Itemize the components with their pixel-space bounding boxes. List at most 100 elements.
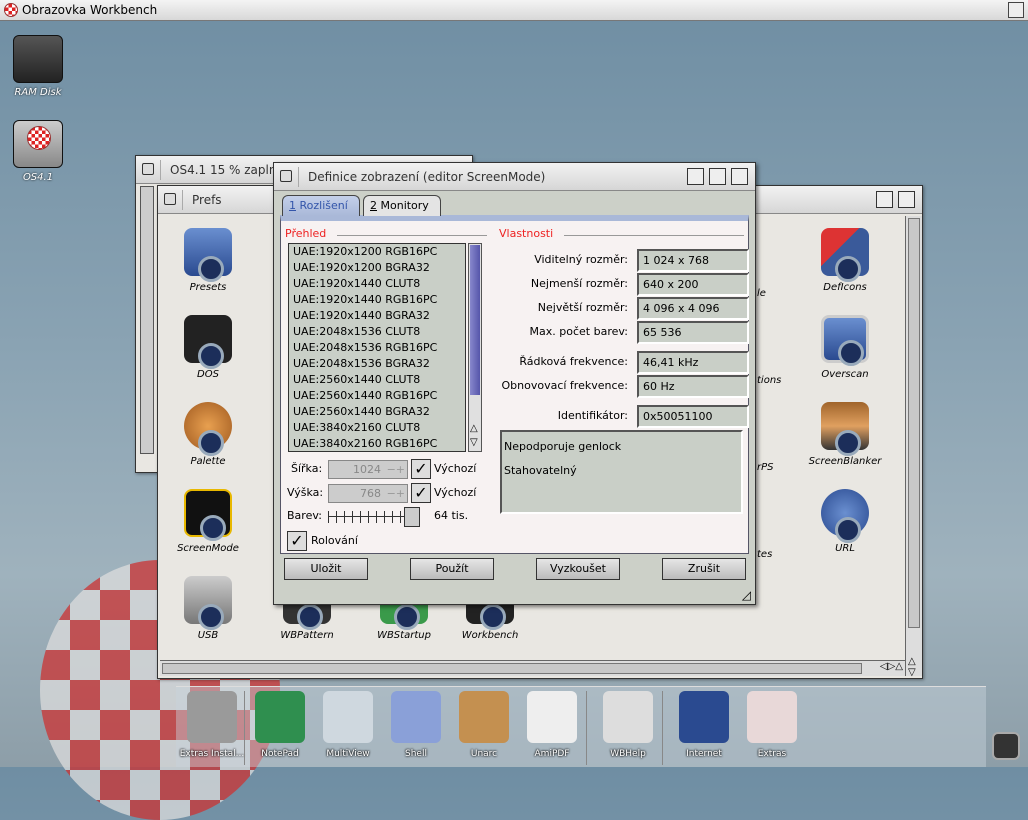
- desktop-icon-os41[interactable]: OS4.1: [3, 120, 73, 183]
- dialog-title-bar[interactable]: Definice zobrazení (editor ScreenMode): [274, 163, 755, 191]
- height-default-label: Výchozí: [434, 486, 477, 499]
- dock-item[interactable]: Extras: [738, 691, 806, 759]
- dock-item[interactable]: Internet: [670, 691, 738, 759]
- dock-app-icon: [323, 691, 373, 743]
- dock-app-icon: [391, 691, 441, 743]
- prefs-vertical-scrollbar[interactable]: △ ▽: [905, 216, 922, 678]
- use-button[interactable]: Použít: [410, 558, 494, 580]
- dock-toggle-icon[interactable]: [992, 732, 1020, 760]
- property-value: 640 x 200: [637, 273, 749, 296]
- pref-icon-presets[interactable]: Presets: [163, 228, 253, 293]
- dock-separator: [662, 691, 663, 765]
- partial-icon-label: le: [757, 288, 766, 299]
- prefs-horizontal-scrollbar[interactable]: ◁▷△: [160, 660, 905, 676]
- property-label: Řádková frekvence:: [519, 355, 628, 368]
- window-title: Prefs: [192, 193, 222, 207]
- screen-mode-item[interactable]: UAE:3840x2160 CLUT8: [289, 420, 465, 436]
- pref-icon-screenmode[interactable]: ScreenMode: [163, 489, 253, 554]
- dock-separator: [586, 691, 587, 765]
- scroll-checkbox[interactable]: ✓: [287, 531, 307, 551]
- property-value: 46,41 kHz: [637, 351, 749, 374]
- height-field[interactable]: 768 −+: [328, 484, 408, 503]
- partial-icon-label: rPS: [757, 462, 774, 473]
- icon-label: ScreenBlanker: [808, 456, 882, 467]
- dock-item[interactable]: MultiView: [314, 691, 382, 759]
- zoom-gadget[interactable]: [876, 191, 893, 208]
- pref-icon-dos[interactable]: DOS: [163, 315, 253, 380]
- pref-icon-deficons[interactable]: DefIcons: [800, 228, 890, 293]
- dock-item[interactable]: Shell: [382, 691, 450, 759]
- scroll-label: Rolování: [311, 534, 358, 547]
- dock-label: Internet: [686, 749, 722, 759]
- colors-slider[interactable]: [328, 507, 420, 527]
- screen-depth-gadget[interactable]: [1008, 2, 1024, 18]
- dock-item[interactable]: WBHelp: [594, 691, 662, 759]
- close-gadget[interactable]: [142, 163, 154, 175]
- slider-knob[interactable]: [404, 507, 420, 527]
- width-default-label: Výchozí: [434, 462, 477, 475]
- screen-title: Obrazovka Workbench: [22, 3, 158, 17]
- property-value: 65 536: [637, 321, 749, 344]
- dock-item[interactable]: Unarc: [450, 691, 518, 759]
- dock-label: MultiView: [326, 749, 370, 759]
- pref-icon-overscan[interactable]: Overscan: [800, 315, 890, 380]
- width-default-checkbox[interactable]: ✓: [411, 459, 431, 479]
- dock-separator: [244, 691, 245, 765]
- icon-label: RAM Disk: [14, 87, 62, 98]
- dock-app-icon: [603, 691, 653, 743]
- amidock: Extras Instal... NotePad MultiView Shell Una…: [176, 686, 986, 767]
- icon-label: WBPattern: [280, 630, 334, 641]
- screenmode-dialog[interactable]: Definice zobrazení (editor ScreenMode) 1…: [273, 162, 756, 605]
- pref-icon-url[interactable]: URL: [800, 489, 890, 554]
- icon-label: DefIcons: [823, 282, 867, 293]
- screen-mode-item[interactable]: UAE:2048x1536 RGB16PC: [289, 340, 465, 356]
- close-gadget[interactable]: [280, 170, 292, 182]
- dock-app-icon: [679, 691, 729, 743]
- depth-gadget[interactable]: [898, 191, 915, 208]
- dock-app-icon: [255, 691, 305, 743]
- dock-label: NotePad: [261, 749, 299, 759]
- amiga-ball-icon: [4, 3, 18, 17]
- property-label: Viditelný rozměr:: [534, 253, 628, 266]
- dock-app-icon: [527, 691, 577, 743]
- property-value: 1 024 x 768: [637, 249, 749, 272]
- dock-app-icon: [459, 691, 509, 743]
- depth-gadget[interactable]: [731, 168, 748, 185]
- os41-scrollbar[interactable]: [140, 186, 154, 454]
- test-button[interactable]: Vyzkoušet: [536, 558, 620, 580]
- property-label: Identifikátor:: [557, 409, 628, 422]
- iconify-gadget[interactable]: [687, 168, 704, 185]
- property-label: Max. počet barev:: [529, 325, 628, 338]
- pref-icon-usb[interactable]: USB: [163, 576, 253, 641]
- note: Stahovatelný: [504, 464, 577, 477]
- screen-mode-item[interactable]: UAE:3840x2160 RGB16PC: [289, 436, 465, 451]
- height-default-checkbox[interactable]: ✓: [411, 483, 431, 503]
- save-button[interactable]: Uložit: [284, 558, 368, 580]
- property-label: Obnovovací frekvence:: [501, 379, 629, 392]
- height-label: Výška:: [287, 486, 324, 499]
- dock-item[interactable]: NotePad: [246, 691, 314, 759]
- cancel-button[interactable]: Zrušit: [662, 558, 746, 580]
- note: Nepodporuje genlock: [504, 440, 622, 453]
- dock-item[interactable]: AmiPDF: [518, 691, 586, 759]
- resize-handle-icon[interactable]: ◿: [742, 588, 751, 602]
- dock-app-icon: [187, 691, 237, 743]
- pref-icon-palette[interactable]: Palette: [163, 402, 253, 467]
- width-field[interactable]: 1024 −+: [328, 460, 408, 479]
- desktop-icon-ram-disk[interactable]: RAM Disk: [3, 35, 73, 98]
- close-gadget[interactable]: [164, 193, 176, 205]
- tab-monitory[interactable]: 2 Monitory: [363, 195, 441, 216]
- tab-rozliseni[interactable]: 1 Rozlišení: [282, 195, 360, 216]
- tab-panel: Přehled Vlastnosti UAE:1920x1200 RGB16PC…: [280, 215, 749, 554]
- ram-disk-icon: [13, 35, 63, 83]
- screen-title-bar: Obrazovka Workbench: [0, 0, 1028, 21]
- dock-item[interactable]: Extras Instal...: [178, 691, 246, 759]
- colors-value: 64 tis.: [434, 509, 469, 522]
- section-overview: Přehled: [285, 227, 327, 240]
- zoom-gadget[interactable]: [709, 168, 726, 185]
- pref-icon-screenblanker[interactable]: ScreenBlanker: [800, 402, 890, 467]
- icon-label: WBStartup: [377, 630, 431, 641]
- dock-label: Shell: [405, 749, 427, 759]
- partial-icon-label: tes: [757, 549, 773, 560]
- dock-app-icon: [747, 691, 797, 743]
